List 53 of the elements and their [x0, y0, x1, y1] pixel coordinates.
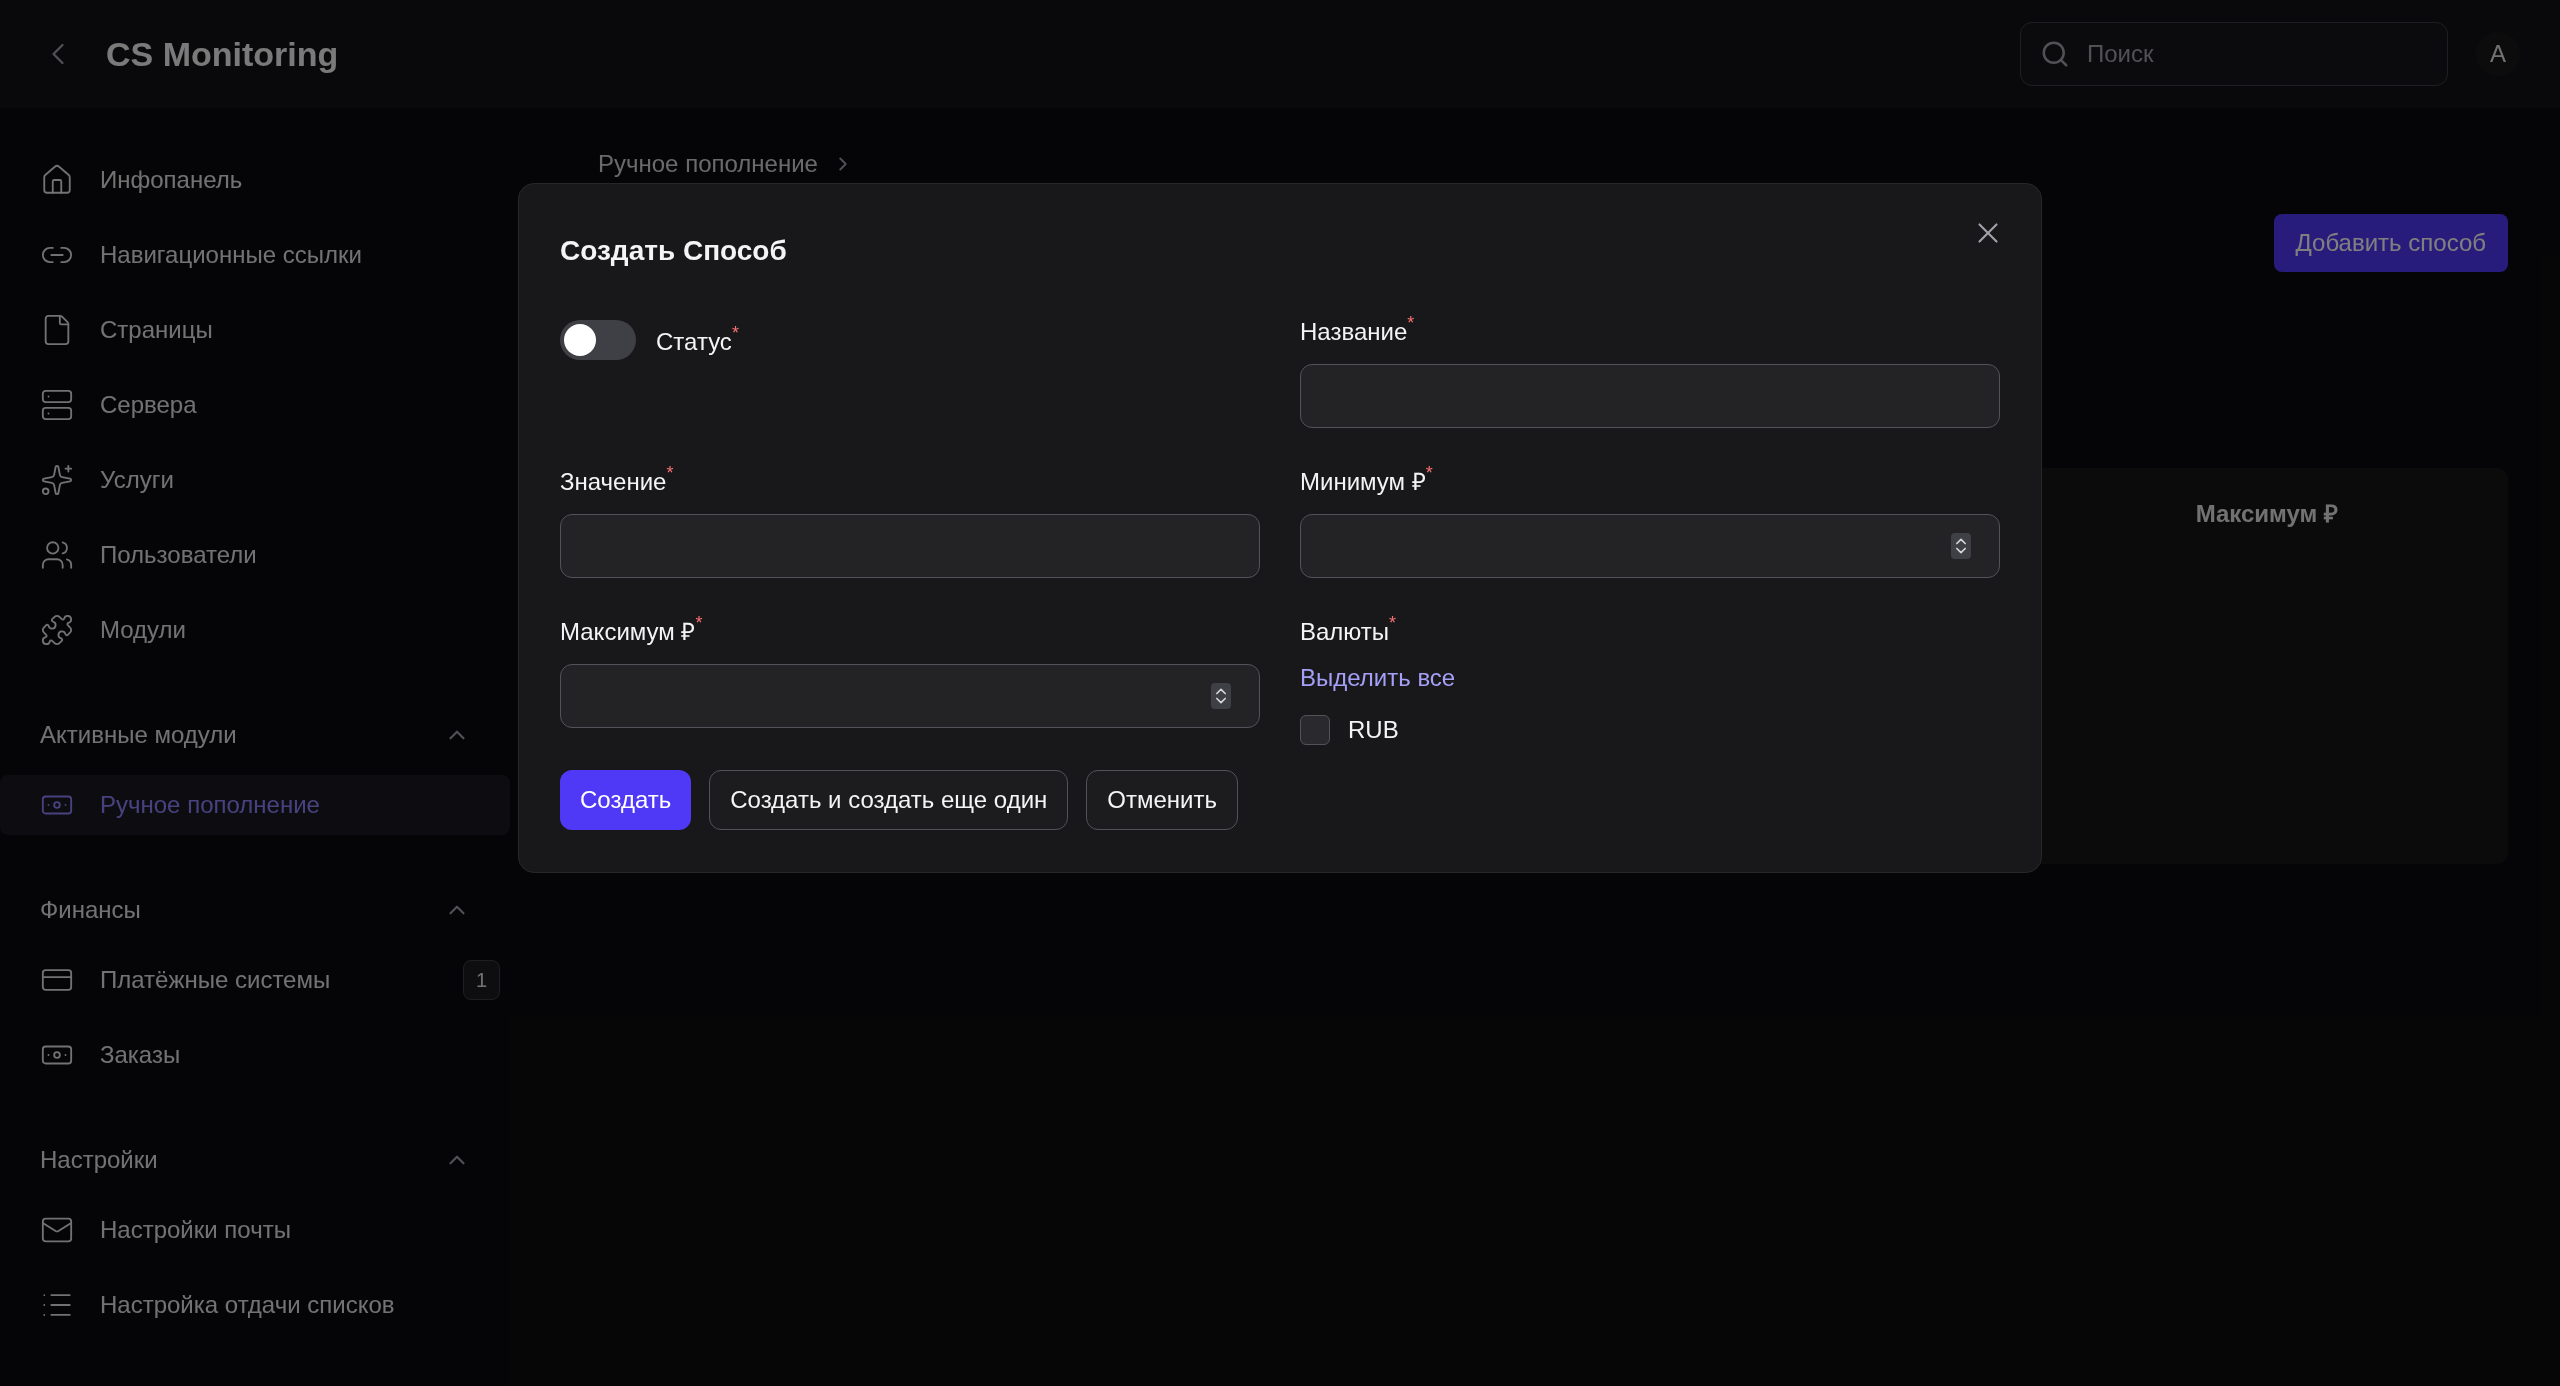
sparkles-icon [40, 463, 74, 497]
sidebar-item[interactable]: Страницы [0, 300, 510, 360]
server-icon [40, 388, 74, 422]
puzzle-icon [40, 613, 74, 647]
field-label: Максимум ₽ [560, 617, 696, 647]
number-field[interactable] [1300, 514, 2000, 578]
required-mark: * [1425, 464, 1433, 482]
field-label: Статус [656, 327, 732, 357]
home-icon [40, 163, 74, 197]
dialog-title: Создать Способ [560, 234, 787, 268]
required-mark: * [731, 324, 739, 342]
secondary-button[interactable]: Отменить [1086, 770, 1238, 830]
sidebar-item[interactable]: Ручное пополнение [0, 775, 510, 835]
field-label: Название [1300, 318, 1408, 347]
sidebar-item[interactable]: Настройки почты [0, 1200, 510, 1260]
section-heading: Финансы [40, 895, 141, 925]
users-icon [40, 538, 74, 572]
select-all-link[interactable]: Выделить все [1300, 660, 1456, 696]
stepper-icon[interactable] [1211, 683, 1231, 709]
status-toggle[interactable] [560, 320, 636, 360]
sidebar-item[interactable]: Пользователи [0, 525, 510, 585]
sidebar-item[interactable]: Инфопанель [0, 150, 510, 210]
field-label: Валюты [1300, 618, 1390, 647]
checkbox-label: RUB [1348, 715, 1399, 745]
section-heading: Активные модули [40, 720, 237, 750]
breadcrumb-link[interactable]: Ручное пополнение [598, 146, 818, 182]
checkbox[interactable] [1300, 715, 1330, 745]
search-field[interactable]: Поиск [2020, 22, 2448, 86]
stepper-icon[interactable] [1951, 533, 1971, 559]
field-label: Минимум ₽ [1300, 467, 1426, 497]
sidebar-item[interactable]: Заказы [0, 1025, 510, 1085]
column-header: Максимум ₽ [2195, 499, 2338, 529]
required-mark: * [1389, 614, 1397, 632]
sidebar-item[interactable]: Платёжные системы 1 [0, 950, 510, 1010]
section-heading: Настройки [40, 1145, 158, 1175]
sidebar-item[interactable]: Настройка отдачи списков [0, 1275, 510, 1335]
secondary-button[interactable]: Создать и создать еще один [709, 770, 1069, 830]
required-mark: * [1407, 314, 1415, 332]
field-label: Значение [560, 467, 667, 497]
input-field[interactable] [560, 514, 1260, 578]
sidebar-item[interactable]: Модули [0, 600, 510, 660]
number-field[interactable] [560, 664, 1260, 728]
input-field[interactable] [1300, 364, 2000, 428]
sidebar-item[interactable]: Услуги [0, 450, 510, 510]
count-badge: 1 [462, 960, 500, 1000]
create-button[interactable]: Создать [560, 770, 692, 830]
sidebar-item[interactable]: Навигационные ссылки [0, 225, 510, 285]
search-icon [2040, 39, 2070, 69]
app-title: CS Monitoring [106, 33, 339, 75]
sidebar-item[interactable]: Сервера [0, 375, 510, 435]
required-mark: * [695, 614, 703, 632]
add-method-button[interactable]: Добавить способ [2273, 214, 2508, 272]
required-mark: * [666, 464, 674, 482]
